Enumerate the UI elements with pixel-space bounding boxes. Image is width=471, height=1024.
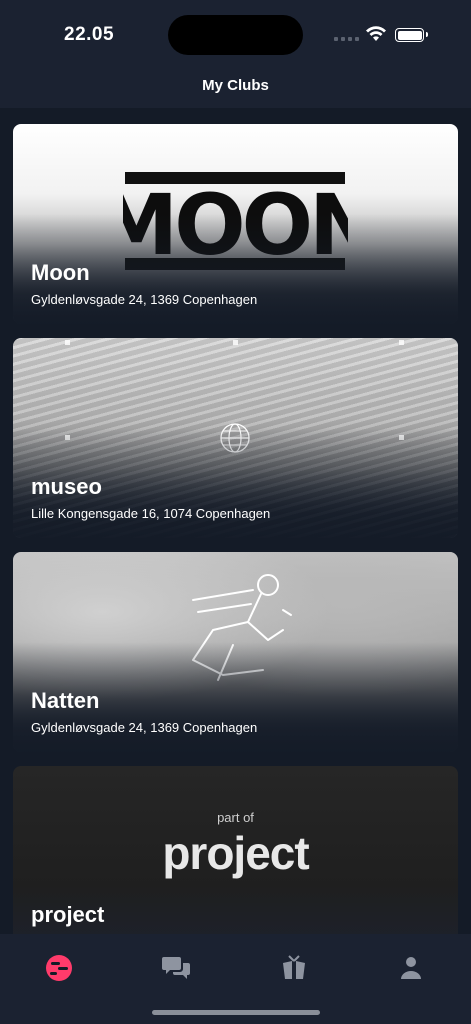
tab-clubs[interactable] bbox=[39, 948, 79, 988]
page-title: My Clubs bbox=[202, 77, 269, 94]
club-name: Moon bbox=[31, 260, 90, 285]
clubs-list[interactable]: MOON Moon Gyldenløvsgade 24, 1369 Copenh… bbox=[0, 108, 471, 934]
tab-gifts[interactable] bbox=[274, 948, 314, 988]
status-time: 22.05 bbox=[64, 24, 115, 45]
dynamic-island bbox=[168, 15, 303, 55]
tab-chat[interactable] bbox=[156, 948, 196, 988]
club-card-natten[interactable]: Natten Gyldenløvsgade 24, 1369 Copenhage… bbox=[13, 552, 458, 752]
club-address: Gyldenløvsgade 24, 1369 Copenhagen bbox=[31, 292, 258, 307]
club-address: Gyldenløvsgade 24, 1369 Copenhagen bbox=[31, 720, 258, 735]
tab-profile[interactable] bbox=[391, 948, 431, 988]
club-name: Natten bbox=[31, 688, 100, 713]
gift-icon bbox=[283, 955, 305, 979]
club-card-moon[interactable]: MOON Moon Gyldenløvsgade 24, 1369 Copenh… bbox=[13, 124, 458, 324]
home-indicator bbox=[152, 1010, 320, 1015]
project-logo-subtitle: part of bbox=[217, 810, 254, 825]
chat-icon bbox=[162, 957, 190, 979]
club-card-museo[interactable]: museo Lille Kongensgade 16, 1074 Copenha… bbox=[13, 338, 458, 538]
project-logo-text: project bbox=[162, 827, 309, 879]
club-card-project[interactable]: part of project project bbox=[13, 766, 458, 934]
clubs-icon bbox=[46, 955, 72, 981]
club-name: museo bbox=[31, 474, 102, 499]
wifi-icon bbox=[366, 26, 386, 41]
status-bar: 22.05 bbox=[0, 0, 471, 70]
battery-icon bbox=[395, 28, 428, 42]
club-name: project bbox=[31, 902, 105, 927]
cellular-signal-icon bbox=[334, 37, 359, 41]
nav-header: My Clubs bbox=[0, 70, 471, 108]
profile-icon bbox=[401, 957, 421, 979]
club-address: Lille Kongensgade 16, 1074 Copenhagen bbox=[31, 506, 271, 521]
